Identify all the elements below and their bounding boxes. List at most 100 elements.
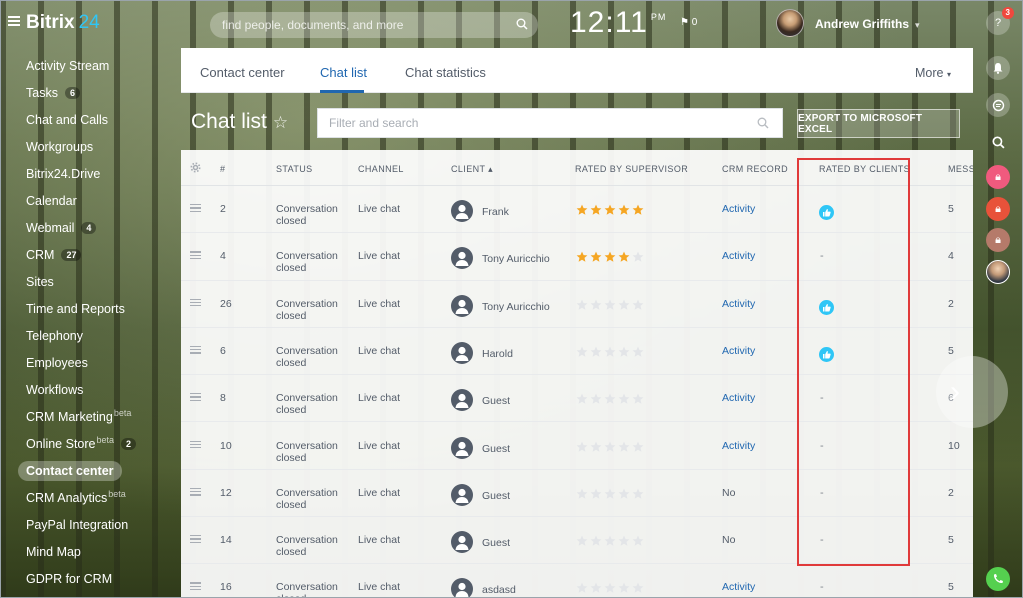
supervisor-rating[interactable] <box>576 534 646 546</box>
rating-star-icon[interactable] <box>576 346 588 358</box>
rating-star-icon[interactable] <box>632 535 644 547</box>
supervisor-rating[interactable] <box>576 581 646 594</box>
row-drag-handle-icon[interactable] <box>190 487 201 496</box>
rating-star-icon[interactable] <box>618 535 630 547</box>
rating-star-icon[interactable] <box>604 299 616 311</box>
phone-button[interactable] <box>986 567 1010 591</box>
global-search[interactable] <box>210 12 538 38</box>
tab-contact-center[interactable]: Contact center <box>200 65 285 80</box>
crm-record[interactable]: Activity <box>722 440 755 452</box>
sidebar-item[interactable]: Workflows <box>0 376 180 403</box>
rating-star-icon[interactable] <box>604 204 616 216</box>
locked-chat-3[interactable]: 🔒︎ <box>986 228 1010 252</box>
rating-star-icon[interactable] <box>590 299 602 311</box>
crm-record[interactable]: Activity <box>722 250 755 262</box>
rating-star-icon[interactable] <box>590 251 602 263</box>
sidebar-item[interactable]: Telephony <box>0 322 180 349</box>
rating-star-icon[interactable] <box>590 346 602 358</box>
tab-chat-list[interactable]: Chat list <box>320 65 367 80</box>
rating-star-icon[interactable] <box>576 582 588 594</box>
col-header-crm-record[interactable]: CRM RECORD <box>722 164 788 174</box>
next-slide-arrow[interactable]: › <box>936 356 1008 428</box>
rating-star-icon[interactable] <box>632 204 644 216</box>
sidebar-item[interactable]: Activity Stream <box>0 52 180 79</box>
client-name[interactable]: Guest <box>482 443 510 455</box>
star-favorite-icon[interactable]: ☆ <box>273 113 288 132</box>
rating-star-icon[interactable] <box>604 393 616 405</box>
sidebar-item[interactable]: CRM Marketing beta <box>0 403 180 430</box>
sidebar-item[interactable]: Time and Reports <box>0 295 180 322</box>
sidebar-item[interactable]: Workgroups <box>0 133 180 160</box>
gear-icon[interactable] <box>190 162 201 173</box>
row-drag-handle-icon[interactable] <box>190 582 201 591</box>
row-drag-handle-icon[interactable] <box>190 535 201 543</box>
crm-record[interactable]: Activity <box>722 392 755 404</box>
client-name[interactable]: Guest <box>482 537 510 549</box>
export-excel-button[interactable]: EXPORT TO MICROSOFT EXCEL <box>797 109 960 138</box>
supervisor-rating[interactable] <box>576 487 646 499</box>
filter-search-input[interactable] <box>318 109 738 137</box>
rating-star-icon[interactable] <box>576 535 588 547</box>
client-name[interactable]: Harold <box>482 348 513 360</box>
supervisor-rating[interactable] <box>576 298 646 310</box>
supervisor-rating[interactable] <box>576 250 646 262</box>
rating-star-icon[interactable] <box>590 582 602 594</box>
rating-star-icon[interactable] <box>618 299 630 311</box>
rating-star-icon[interactable] <box>576 251 588 263</box>
sidebar-item[interactable]: Tasks 6 <box>0 79 180 106</box>
user-avatar[interactable] <box>776 9 804 37</box>
rating-star-icon[interactable] <box>618 204 630 216</box>
rating-star-icon[interactable] <box>576 441 588 453</box>
col-header-status[interactable]: STATUS <box>276 164 313 174</box>
rating-star-icon[interactable] <box>604 488 616 500</box>
rating-star-icon[interactable] <box>618 393 630 405</box>
rating-star-icon[interactable] <box>618 441 630 453</box>
menu-icon[interactable] <box>8 16 20 26</box>
filter-search[interactable] <box>317 108 783 138</box>
rating-star-icon[interactable] <box>632 346 644 358</box>
sidebar-item[interactable]: CRM Analytics beta <box>0 484 180 511</box>
rating-star-icon[interactable] <box>632 582 644 594</box>
clock[interactable]: 12:11 PM <box>570 6 666 40</box>
supervisor-rating[interactable] <box>576 440 646 452</box>
bitrix24-logo[interactable]: Bitrix 24 <box>26 12 100 34</box>
user-menu[interactable]: Andrew Griffiths ▾ <box>815 17 920 31</box>
tab-chat-statistics[interactable]: Chat statistics <box>405 65 486 80</box>
recent-contact-avatar[interactable] <box>986 260 1010 284</box>
rating-star-icon[interactable] <box>604 346 616 358</box>
table-row[interactable]: 16 Conversationclosed Live chat asdasd Activ… <box>181 564 973 598</box>
help-button[interactable]: ? 3 <box>986 7 1014 35</box>
col-header-channel[interactable]: CHANNEL <box>358 164 404 174</box>
rating-star-icon[interactable] <box>576 299 588 311</box>
sidebar-item[interactable]: CRM 27 <box>0 241 180 268</box>
rating-star-icon[interactable] <box>632 441 644 453</box>
client-name[interactable]: Guest <box>482 395 510 407</box>
sidebar-item[interactable]: Contact center <box>0 457 180 484</box>
sidebar-item[interactable]: Webmail 4 <box>0 214 180 241</box>
rating-star-icon[interactable] <box>590 535 602 547</box>
rating-star-icon[interactable] <box>618 251 630 263</box>
client-name[interactable]: Guest <box>482 490 510 502</box>
client-name[interactable]: asdasd <box>482 584 516 596</box>
search-icon[interactable] <box>516 18 528 30</box>
notifications-button[interactable] <box>986 56 1010 80</box>
global-search-input[interactable] <box>210 12 500 38</box>
row-drag-handle-icon[interactable] <box>190 393 201 402</box>
rating-star-icon[interactable] <box>618 582 630 594</box>
row-drag-handle-icon[interactable] <box>190 440 201 449</box>
search-panel-button[interactable] <box>986 130 1010 154</box>
rating-star-icon[interactable] <box>632 488 644 500</box>
rating-star-icon[interactable] <box>590 204 602 216</box>
client-name[interactable]: Tony Auricchio <box>482 253 550 265</box>
col-header-rated-by-supervisor[interactable]: RATED BY SUPERVISOR <box>575 164 688 174</box>
col-header-number[interactable]: # <box>220 164 225 174</box>
client-name[interactable]: Tony Auricchio <box>482 301 550 313</box>
locked-chat-1[interactable]: 🔒︎ <box>986 165 1010 189</box>
rating-star-icon[interactable] <box>632 393 644 405</box>
client-name[interactable]: Frank <box>482 206 509 218</box>
rating-star-icon[interactable] <box>618 346 630 358</box>
rating-star-icon[interactable] <box>590 488 602 500</box>
crm-record[interactable]: Activity <box>722 581 755 593</box>
rating-star-icon[interactable] <box>590 441 602 453</box>
rating-star-icon[interactable] <box>632 251 644 263</box>
